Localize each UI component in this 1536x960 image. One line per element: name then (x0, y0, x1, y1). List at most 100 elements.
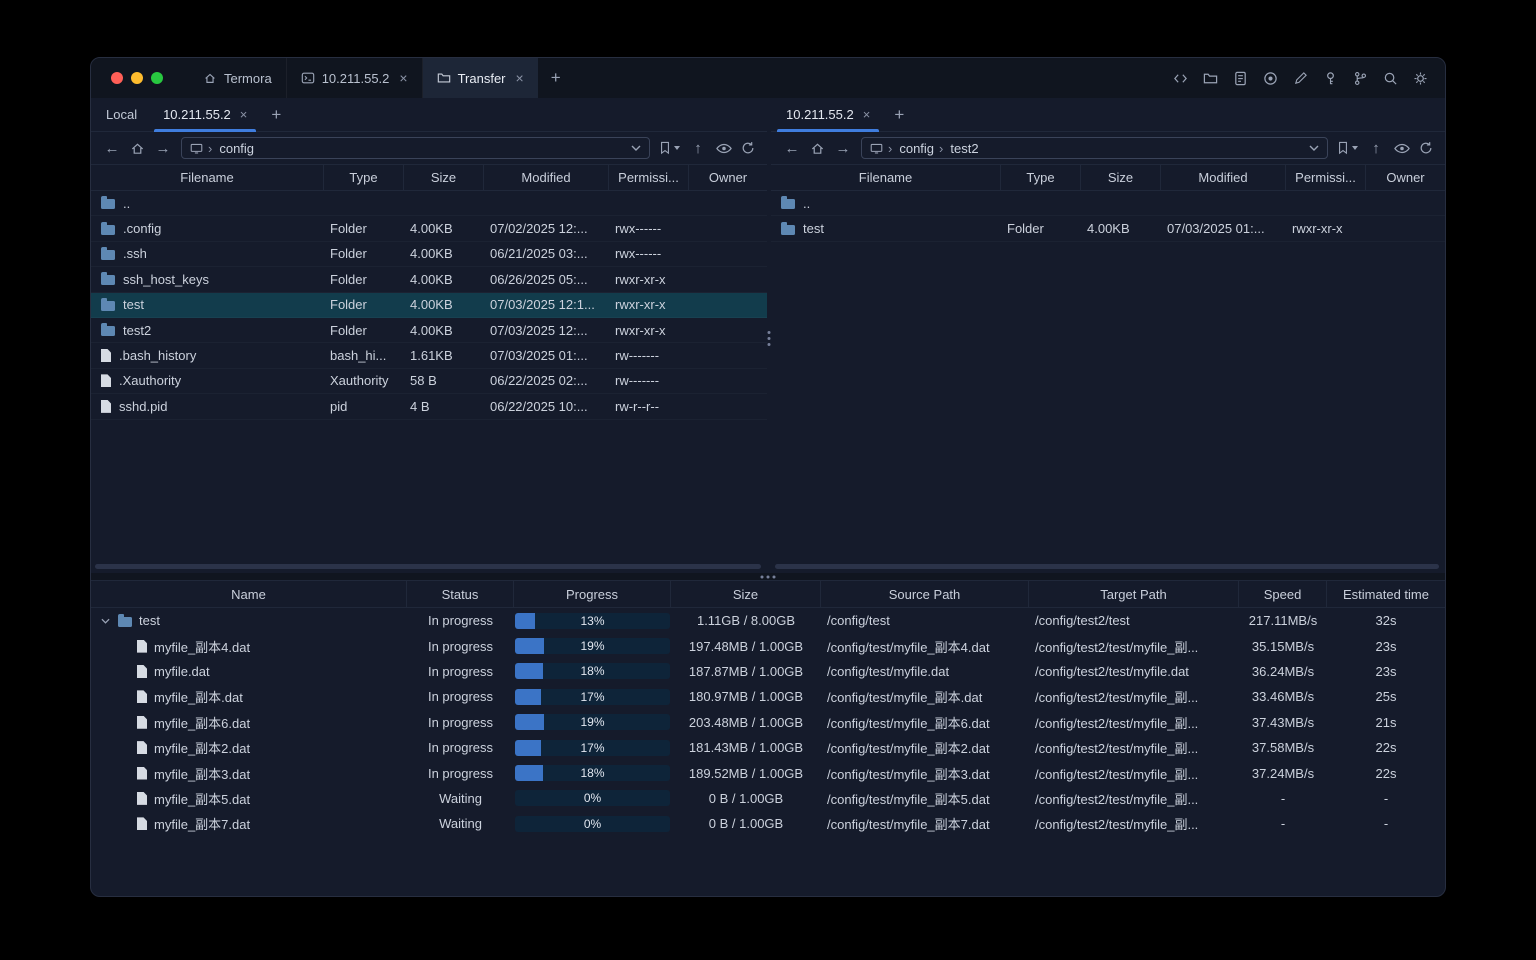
transfer-status: In progress (427, 740, 494, 756)
column-speed[interactable]: Speed (1239, 581, 1327, 607)
file-row[interactable]: .ssh Folder 4.00KB 06/21/2025 03:... rwx… (91, 242, 767, 268)
refresh-button[interactable] (741, 141, 755, 155)
code-icon[interactable] (1172, 70, 1189, 87)
path-bar[interactable]: config (181, 137, 650, 159)
file-row[interactable]: .Xauthority Xauthority 58 B 06/22/2025 0… (91, 369, 767, 395)
transfer-splitter[interactable] (91, 573, 1445, 581)
home-button[interactable] (810, 141, 825, 156)
column-type[interactable]: Type (1001, 165, 1081, 190)
tab-transfer[interactable]: Transfer × (422, 58, 538, 98)
file-row[interactable]: .config Folder 4.00KB 07/02/2025 12:... … (91, 216, 767, 242)
settings-icon[interactable] (1412, 70, 1429, 87)
column-modified[interactable]: Modified (484, 165, 609, 190)
transfer-row[interactable]: myfile_副本6.dat In progress 19% 203.48MB … (91, 710, 1445, 735)
parent-directory-button[interactable]: ↑ (689, 141, 707, 156)
column-source-path[interactable]: Source Path (821, 581, 1029, 607)
horizontal-scrollbar[interactable] (95, 564, 761, 569)
bookmark-button[interactable] (659, 141, 680, 155)
column-target-path[interactable]: Target Path (1029, 581, 1239, 607)
file-row[interactable]: .. (771, 191, 1445, 217)
column-permissions[interactable]: Permissi... (1286, 165, 1366, 190)
tab-remote-host[interactable]: 10.211.55.2 × (773, 98, 883, 132)
progress-bar: 0% (515, 790, 670, 807)
column-type[interactable]: Type (324, 165, 404, 190)
close-tab-icon[interactable]: × (863, 107, 871, 122)
close-tab-icon[interactable]: × (399, 70, 407, 86)
close-tab-icon[interactable]: × (516, 70, 524, 86)
back-button[interactable]: ← (103, 141, 121, 156)
progress-label: 19% (580, 639, 605, 654)
column-owner[interactable]: Owner (689, 165, 767, 190)
back-button[interactable]: ← (783, 141, 801, 156)
filename: sshd.pid (119, 398, 168, 414)
column-size[interactable]: Size (671, 581, 821, 607)
key-icon[interactable] (1322, 70, 1339, 87)
transfer-row[interactable]: myfile.dat In progress 18% 187.87MB / 1.… (91, 659, 1445, 684)
transfer-row[interactable]: myfile_副本7.dat Waiting 0% 0 B / 1.00GB /… (91, 811, 1445, 836)
minimize-window-button[interactable] (131, 72, 143, 84)
forward-button[interactable]: → (154, 141, 172, 156)
file-modified: 07/03/2025 12:1... (490, 297, 595, 313)
tab-local[interactable]: Local (93, 98, 150, 131)
column-status[interactable]: Status (407, 581, 514, 607)
close-window-button[interactable] (111, 72, 123, 84)
new-tab-button[interactable]: + (538, 58, 574, 98)
transfer-row[interactable]: myfile_副本4.dat In progress 19% 197.48MB … (91, 633, 1445, 658)
log-icon[interactable] (1232, 70, 1249, 87)
search-icon[interactable] (1382, 70, 1399, 87)
file-row[interactable]: test Folder 4.00KB 07/03/2025 01:... rwx… (771, 216, 1445, 242)
horizontal-scrollbar[interactable] (775, 564, 1439, 569)
file-row[interactable]: .bash_history bash_hi... 1.61KB 07/03/20… (91, 343, 767, 369)
column-size[interactable]: Size (404, 165, 484, 190)
file-row[interactable]: .. (91, 191, 767, 217)
record-icon[interactable] (1262, 70, 1279, 87)
forward-button[interactable]: → (834, 141, 852, 156)
home-button[interactable] (130, 141, 145, 156)
breadcrumb-item[interactable]: test2 (934, 141, 978, 156)
column-estimated-time[interactable]: Estimated time (1327, 581, 1445, 607)
file-row[interactable]: sshd.pid pid 4 B 06/22/2025 10:... rw-r-… (91, 394, 767, 420)
chevron-down-icon[interactable] (1309, 145, 1319, 151)
zoom-window-button[interactable] (151, 72, 163, 84)
transfer-row[interactable]: myfile_副本3.dat In progress 18% 189.52MB … (91, 760, 1445, 785)
transfer-row[interactable]: myfile_副本5.dat Waiting 0% 0 B / 1.00GB /… (91, 786, 1445, 811)
collapse-chevron-icon[interactable] (99, 618, 111, 624)
column-modified[interactable]: Modified (1161, 165, 1286, 190)
tab-remote-host[interactable]: 10.211.55.2 × (150, 98, 260, 132)
transfer-row[interactable]: myfile_副本2.dat In progress 17% 181.43MB … (91, 735, 1445, 760)
path-bar[interactable]: config test2 (861, 137, 1328, 159)
file-row[interactable]: test2 Folder 4.00KB 07/03/2025 12:... rw… (91, 318, 767, 344)
new-connection-button[interactable]: + (260, 98, 292, 131)
tab-termora[interactable]: Termora (189, 58, 287, 98)
show-hidden-files-button[interactable] (716, 143, 732, 154)
traffic-lights (91, 58, 179, 98)
folder-icon[interactable] (1202, 70, 1219, 87)
target-path: /config/test2/test/myfile_副... (1035, 715, 1199, 731)
column-permissions[interactable]: Permissi... (609, 165, 689, 190)
column-size[interactable]: Size (1081, 165, 1161, 190)
transfer-speed: 33.46MB/s (1251, 689, 1315, 705)
file-row-selected[interactable]: test Folder 4.00KB 07/03/2025 12:1... rw… (91, 292, 767, 318)
refresh-button[interactable] (1419, 141, 1433, 155)
column-filename[interactable]: Filename (771, 165, 1001, 190)
transfer-row[interactable]: myfile_副本.dat In progress 17% 180.97MB /… (91, 684, 1445, 709)
column-filename[interactable]: Filename (91, 165, 324, 190)
file-row[interactable]: ssh_host_keys Folder 4.00KB 06/26/2025 0… (91, 267, 767, 293)
tab-label: Termora (224, 70, 272, 86)
column-progress[interactable]: Progress (514, 581, 671, 607)
column-owner[interactable]: Owner (1366, 165, 1445, 190)
breadcrumb-item[interactable]: config (883, 141, 934, 156)
file-modified: 06/22/2025 02:... (490, 373, 588, 389)
tab-ssh-session[interactable]: 10.211.55.2 × (287, 58, 423, 98)
close-tab-icon[interactable]: × (240, 107, 248, 122)
new-connection-button[interactable]: + (883, 98, 915, 131)
chevron-down-icon[interactable] (631, 145, 641, 151)
breadcrumb-item[interactable]: config (203, 141, 254, 156)
column-name[interactable]: Name (91, 581, 407, 607)
edit-icon[interactable] (1292, 70, 1309, 87)
branch-icon[interactable] (1352, 70, 1369, 87)
show-hidden-files-button[interactable] (1394, 143, 1410, 154)
transfer-row[interactable]: test In progress 13% 1.11GB / 8.00GB /co… (91, 608, 1445, 633)
bookmark-button[interactable] (1337, 141, 1358, 155)
parent-directory-button[interactable]: ↑ (1367, 141, 1385, 156)
